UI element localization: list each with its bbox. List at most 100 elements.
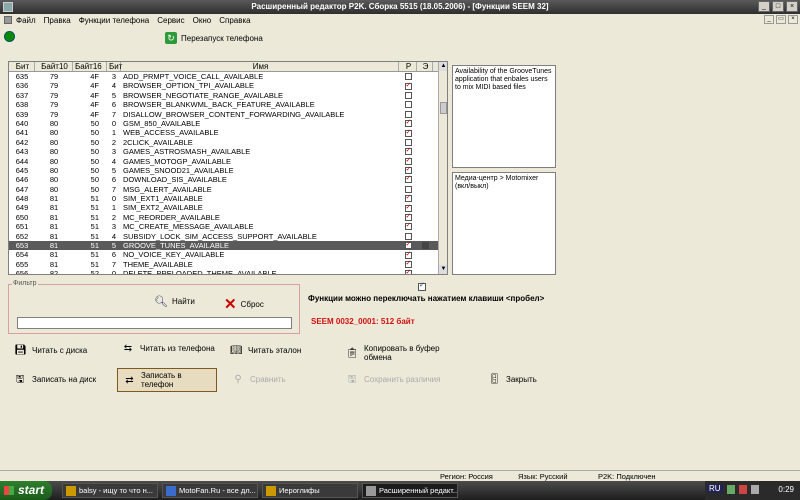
table-row[interactable]: 641 80 50 1 WEB_ACCESS_AVAILABLE	[9, 128, 447, 137]
read-disk-button[interactable]: 💾︎ Читать с диска	[14, 346, 87, 356]
table-row[interactable]: 652 81 51 4 SUBSIDY_LOCK_SIM_ACCESS_SUPPORT_…	[9, 232, 447, 241]
red-x-icon: ✕	[224, 296, 237, 313]
feature-checkbox[interactable]	[404, 175, 412, 184]
menu-file[interactable]: Файл	[16, 16, 36, 25]
feature-checkbox[interactable]	[404, 232, 412, 240]
tray-antivirus-icon[interactable]	[739, 485, 747, 494]
column-header-byte10[interactable]: Байт10	[35, 62, 73, 71]
table-row[interactable]: 648 81 51 0 SIM_EXT1_AVAILABLE	[9, 194, 447, 203]
features-table[interactable]: Бит Байт10 Байт16 Бит Имя Р Э 635 79 4F 3 AD…	[8, 61, 448, 275]
feature-checkbox[interactable]	[404, 101, 412, 109]
read-phone-button[interactable]: ⇆ Читать из телефона	[122, 344, 222, 354]
table-row[interactable]: 655 81 51 7 THEME_AVAILABLE	[9, 260, 447, 269]
restart-phone-button[interactable]: ↻ Перезапуск телефона	[165, 32, 263, 44]
feature-checkbox[interactable]	[404, 166, 412, 175]
maximize-button[interactable]: □	[772, 1, 784, 12]
save-diff-button[interactable]: 🖫︎ Сохранить различия	[346, 375, 441, 385]
menu-service[interactable]: Сервис	[157, 16, 184, 25]
column-header-bit[interactable]: Бит	[9, 62, 35, 71]
menu-help[interactable]: Справка	[219, 16, 250, 25]
mdi-restore-button[interactable]: ▭	[776, 15, 786, 24]
taskbar-item-forum[interactable]: balsy - ищу то что н...	[62, 483, 158, 498]
table-row[interactable]: 656 82 52 0 DELETE_PRELOADED_THEME_AVAILABLE	[9, 269, 447, 274]
read-reference-button[interactable]: 📖︎ Читать эталон	[230, 346, 301, 356]
taskbar-item-motofan[interactable]: MotoFan.Ru - все дл...	[162, 483, 258, 498]
table-row[interactable]: 640 80 50 0 GSM_850_AVAILABLE	[9, 119, 447, 128]
feature-checkbox[interactable]	[404, 213, 412, 221]
door-icon: 🚪︎	[488, 374, 501, 385]
feature-checkbox[interactable]	[404, 222, 412, 231]
table-row[interactable]: 636 79 4F 4 BROWSER_OPTION_TPI_AVAILABLE	[9, 81, 447, 90]
table-row[interactable]: 653 81 51 5 GROOVE_TUNES_AVAILABLE	[9, 241, 447, 251]
table-row[interactable]: 651 81 51 3 MC_CREATE_MESSAGE_AVAILABLE	[9, 222, 447, 231]
feature-checkbox[interactable]	[404, 269, 412, 274]
document-icon[interactable]	[4, 16, 12, 24]
filter-input[interactable]	[17, 317, 292, 329]
column-header-p[interactable]: Р	[399, 62, 417, 71]
table-row[interactable]: 654 81 51 6 NO_VOICE_KEY_AVAILABLE	[9, 250, 447, 259]
column-header-e[interactable]: Э	[417, 62, 433, 71]
tray-network-icon[interactable]	[727, 485, 735, 494]
copy-clipboard-button[interactable]: 📋︎ Копировать в буфер обмена	[346, 344, 456, 362]
close-button[interactable]: 🚪︎ Закрыть	[488, 374, 537, 385]
feature-checkbox[interactable]	[404, 119, 412, 128]
table-row[interactable]: 650 81 51 2 MC_REORDER_AVAILABLE	[9, 213, 447, 222]
scroll-up-icon[interactable]: ▲	[439, 62, 447, 71]
start-button[interactable]: start	[0, 481, 52, 500]
table-scrollbar[interactable]: ▲ ▼	[438, 62, 447, 274]
write-phone-button[interactable]: ⇄ Записать в телефон	[117, 368, 217, 392]
table-row[interactable]: 644 80 50 4 GAMES_MOTOGP_AVAILABLE	[9, 157, 447, 166]
reset-button[interactable]: ✕ Сброс	[224, 295, 264, 313]
cell-b: 7	[111, 109, 117, 119]
feature-checkbox[interactable]	[404, 81, 412, 90]
cell-b16: 51	[90, 203, 99, 213]
table-row[interactable]: 649 81 51 1 SIM_EXT2_AVAILABLE	[9, 203, 447, 212]
feature-checkbox[interactable]	[404, 250, 412, 259]
feature-checkbox[interactable]	[404, 73, 412, 81]
compare-label: Сравнить	[250, 375, 286, 384]
table-row[interactable]: 637 79 4F 5 BROWSER_NEGOTIATE_RANGE_AVAILABL…	[9, 91, 447, 100]
feature-checkbox[interactable]	[404, 185, 412, 193]
mdi-minimize-button[interactable]: _	[764, 15, 774, 24]
option-checkbox[interactable]	[418, 281, 426, 291]
cell-name: ADD_PRMPT_VOICE_CALL_AVAILABLE	[123, 72, 264, 81]
tray-volume-icon[interactable]	[751, 485, 759, 494]
menu-phone-functions[interactable]: Функции телефона	[79, 16, 150, 25]
table-row[interactable]: 642 80 50 2 2CLICK_AVAILABLE	[9, 138, 447, 147]
table-row[interactable]: 638 79 4F 6 BROWSER_BLANKWML_BACK_FEATURE_AV…	[9, 100, 447, 109]
table-row[interactable]: 647 80 50 7 MSG_ALERT_AVAILABLE	[9, 185, 447, 194]
column-header-byte16[interactable]: Байт16	[73, 62, 107, 71]
feature-checkbox[interactable]	[404, 203, 412, 212]
feature-checkbox[interactable]	[404, 260, 412, 268]
taskbar-item-p2k-editor[interactable]: Расширенный редакт...	[362, 483, 458, 498]
feature-checkbox[interactable]	[404, 110, 412, 118]
column-header-name[interactable]: Имя	[121, 62, 399, 71]
table-row[interactable]: 646 80 50 6 DOWNLOAD_SIS_AVAILABLE	[9, 175, 447, 184]
cell-b10: 81	[49, 259, 59, 269]
table-row[interactable]: 635 79 4F 3 ADD_PRMPT_VOICE_CALL_AVAILABLE	[9, 72, 447, 81]
table-row[interactable]: 639 79 4F 7 DISALLOW_BROWSER_CONTENT_FORWARD…	[9, 110, 447, 119]
feature-checkbox[interactable]	[404, 91, 412, 99]
column-header-bitpos[interactable]: Бит	[107, 62, 122, 71]
menu-window[interactable]: Окно	[193, 16, 212, 25]
taskbar-item-glyphs[interactable]: Иероглифы	[262, 483, 358, 498]
write-disk-button[interactable]: 🖫︎ Записать на диск	[14, 375, 96, 385]
compare-button[interactable]: ⚲ Сравнить	[232, 375, 286, 385]
close-window-button[interactable]: ×	[786, 1, 798, 12]
table-row[interactable]: 645 80 50 5 GAMES_SNOOD21_AVAILABLE	[9, 166, 447, 175]
feature-checkbox[interactable]	[404, 241, 412, 250]
feature-checkbox[interactable]	[404, 128, 412, 137]
feature-checkbox[interactable]	[404, 194, 412, 203]
menu-edit[interactable]: Правка	[44, 16, 71, 25]
feature-checkbox[interactable]	[404, 138, 412, 146]
scroll-down-icon[interactable]: ▼	[439, 265, 447, 274]
find-button[interactable]: 🔍︎ Найти	[154, 295, 195, 308]
cell-b10: 80	[49, 184, 59, 194]
table-row[interactable]: 643 80 50 3 GAMES_ASTROSMASH_AVAILABLE	[9, 147, 447, 156]
feature-checkbox[interactable]	[404, 157, 412, 165]
mdi-close-button[interactable]: ×	[788, 15, 798, 24]
minimize-button[interactable]: _	[758, 1, 770, 12]
feature-checkbox[interactable]	[404, 147, 412, 156]
language-indicator[interactable]: RU	[707, 484, 723, 493]
scroll-thumb[interactable]	[440, 102, 447, 114]
